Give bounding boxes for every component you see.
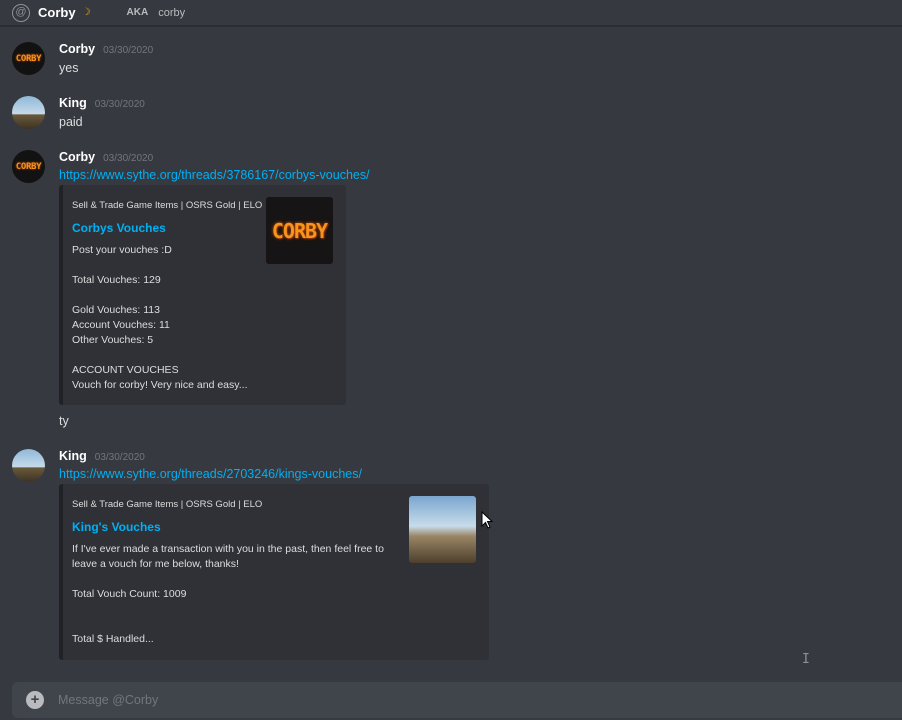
message-input[interactable] xyxy=(58,693,838,707)
message-link[interactable]: https://www.sythe.org/threads/3786167/co… xyxy=(59,168,370,182)
embed-description: Post your vouches :D Total Vouches: 129 … xyxy=(72,244,248,391)
plus-icon[interactable]: + xyxy=(26,691,44,709)
avatar[interactable]: CORBY xyxy=(12,42,45,75)
channel-header: @ Corby ☽ AKA corby xyxy=(0,0,902,26)
embed-provider[interactable]: Sell & Trade Game Items | OSRS Gold | EL… xyxy=(72,499,262,510)
embed-thumbnail[interactable]: CORBY xyxy=(266,197,333,264)
aka-name: corby xyxy=(158,6,186,19)
message-item: King 03/30/2020 paid xyxy=(0,94,902,134)
link-embed: Sell & Trade Game Items | OSRS Gold | EL… xyxy=(59,484,489,660)
message-author[interactable]: Corby xyxy=(59,42,95,56)
embed-description: If I've ever made a transaction with you… xyxy=(72,543,384,645)
message-text: paid xyxy=(59,115,83,129)
embed-provider[interactable]: Sell & Trade Game Items | OSRS Gold | EL… xyxy=(72,200,262,211)
text-cursor-icon: I xyxy=(802,652,810,667)
message-author[interactable]: King xyxy=(59,449,87,463)
at-sign-icon: @ xyxy=(12,3,30,22)
message-author[interactable]: Corby xyxy=(59,150,95,164)
avatar[interactable] xyxy=(12,96,45,129)
message-link[interactable]: https://www.sythe.org/threads/2703246/ki… xyxy=(59,467,362,481)
message-item: King 03/30/2020 https://www.sythe.org/th… xyxy=(0,447,902,687)
moon-icon: ☽ xyxy=(81,7,91,18)
embed-title[interactable]: Corbys Vouches xyxy=(72,221,166,235)
embed-thumbnail[interactable] xyxy=(409,496,476,563)
message-text: ty xyxy=(59,414,69,428)
link-embed: Sell & Trade Game Items | OSRS Gold | EL… xyxy=(59,185,346,405)
message-timestamp: 03/30/2020 xyxy=(103,45,154,56)
dm-recipient-name[interactable]: Corby xyxy=(38,5,76,20)
mouse-pointer-icon xyxy=(481,511,493,529)
message-timestamp: 03/30/2020 xyxy=(94,452,145,463)
message-timestamp: 03/30/2020 xyxy=(94,99,145,110)
message-item: CORBY Corby 03/30/2020 yes xyxy=(0,40,902,80)
avatar[interactable]: CORBY xyxy=(12,150,45,183)
aka-badge: AKA xyxy=(126,7,149,18)
message-author[interactable]: King xyxy=(59,96,87,110)
avatar[interactable] xyxy=(12,449,45,482)
embed-title[interactable]: King's Vouches xyxy=(72,520,161,534)
message-composer: + xyxy=(12,682,902,718)
message-list[interactable]: CORBY Corby 03/30/2020 yes King 03/30/20… xyxy=(0,26,902,680)
message-timestamp: 03/30/2020 xyxy=(103,153,154,164)
message-text: yes xyxy=(59,61,79,75)
message-item: CORBY Corby 03/30/2020 https://www.sythe… xyxy=(0,148,902,438)
